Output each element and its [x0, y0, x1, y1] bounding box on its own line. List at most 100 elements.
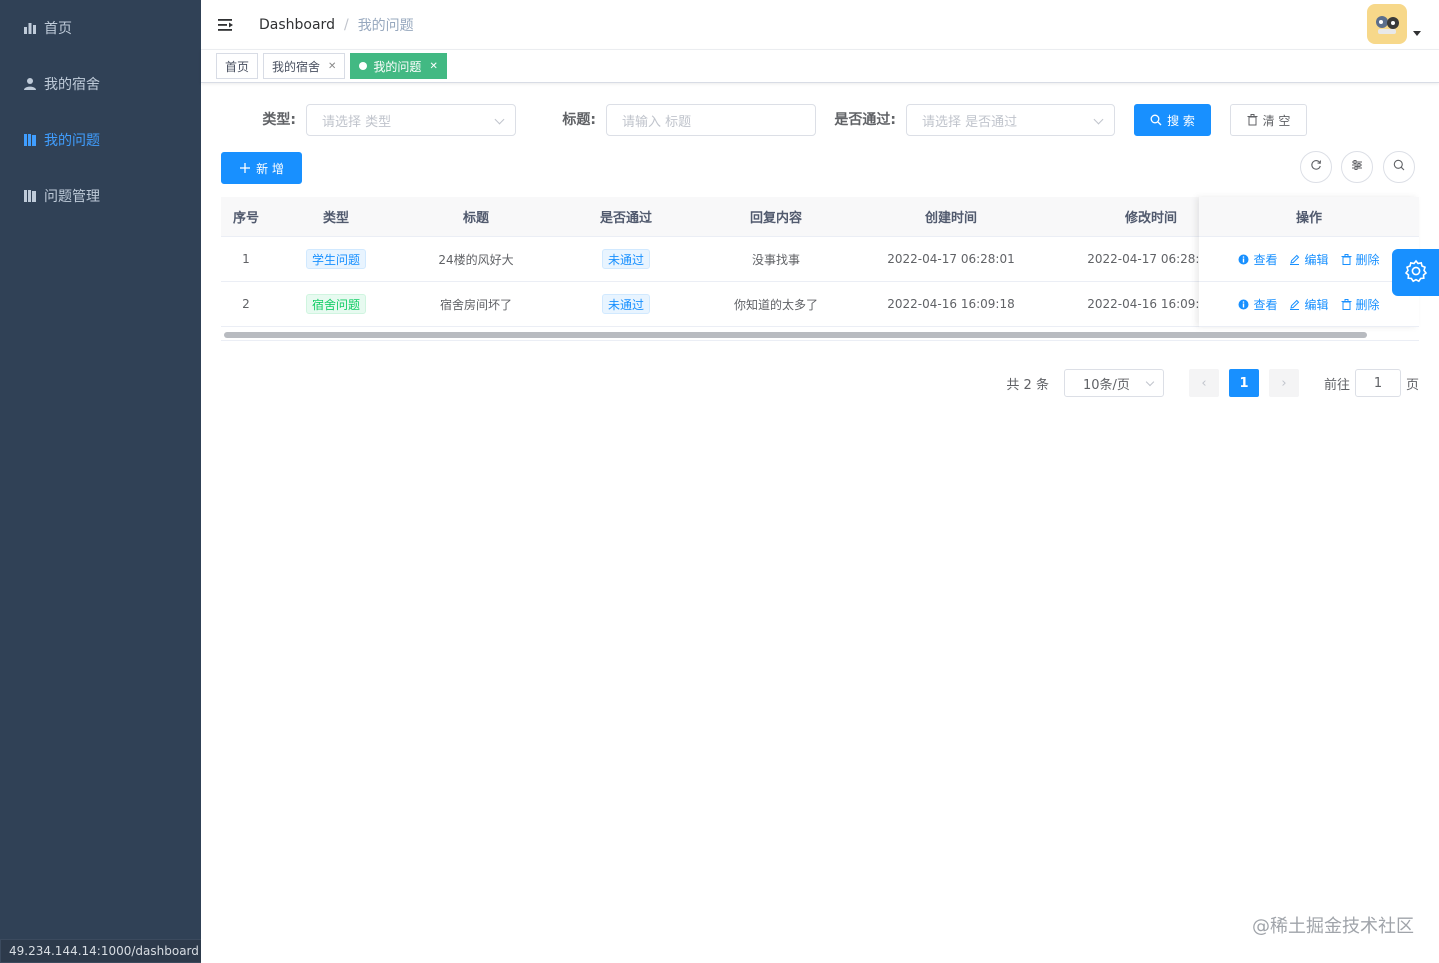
delete-label: 删除 — [1355, 252, 1380, 267]
edit-label: 编辑 — [1304, 297, 1329, 312]
pagination-total: 共 2 条 — [1006, 377, 1049, 393]
breadcrumb: Dashboard / 我的问题 — [259, 15, 414, 35]
avatar[interactable] — [1367, 4, 1407, 44]
trash-icon — [1341, 253, 1352, 265]
chart-icon — [22, 20, 38, 36]
page-number-button[interactable]: 1 — [1228, 369, 1259, 397]
add-button[interactable]: 新 增 — [221, 152, 302, 184]
sidebar-item-my-issues[interactable]: 我的问题 — [0, 112, 201, 168]
close-icon[interactable]: ✕ — [429, 61, 437, 72]
search-form: 类型: 请选择 类型 标题: 请输入 标题 是否通过: 请选择 是否通过 搜 索… — [201, 104, 1439, 136]
active-dot-icon — [359, 62, 368, 70]
passed-select[interactable]: 请选择 是否通过 — [906, 104, 1115, 136]
page-size-select[interactable]: 10条/页 — [1063, 369, 1164, 397]
sidebar-item-my-dorm[interactable]: 我的宿舍 — [0, 56, 201, 112]
goto-page-input[interactable]: 1 — [1354, 369, 1401, 397]
column-header: 类型 — [322, 211, 349, 226]
status-badge: 未通过 — [601, 249, 650, 269]
edit-button[interactable]: 编辑 — [1289, 296, 1329, 313]
scrollbar-thumb[interactable] — [224, 332, 1367, 338]
fixed-actions-column: 操作 查看 编辑 删除 查看 编辑 删除 — [1199, 197, 1419, 327]
passed-label: 是否通过: — [834, 112, 896, 128]
delete-button[interactable]: 删除 — [1341, 296, 1380, 313]
settings-button[interactable] — [1392, 249, 1439, 296]
clear-button-label: 清 空 — [1262, 113, 1291, 128]
tag-label: 首页 — [225, 59, 250, 74]
edit-icon — [1289, 254, 1300, 265]
column-header: 操作 — [1295, 211, 1322, 226]
hamburger-icon[interactable] — [201, 0, 251, 50]
page-size-value: 10条/页 — [1082, 377, 1130, 393]
table-horizontal-scrollbar[interactable] — [221, 330, 1419, 340]
table-header: 操作 — [1199, 197, 1419, 237]
cell-created: 2022-04-17 06:28:01 — [887, 252, 1015, 266]
title-input[interactable]: 请输入 标题 — [606, 104, 816, 136]
tag-my-dorm[interactable]: 我的宿舍 ✕ — [263, 53, 346, 79]
sidebar-item-issue-management[interactable]: 问题管理 — [0, 168, 201, 224]
type-badge: 学生问题 — [305, 249, 366, 269]
trash-icon — [1247, 114, 1258, 126]
goto-prefix: 前往 — [1323, 377, 1350, 393]
chevron-left-icon: ‹ — [1201, 375, 1207, 391]
title-input-placeholder: 请输入 标题 — [622, 114, 692, 130]
cell-index: 1 — [242, 252, 250, 266]
search-button-label: 搜 索 — [1167, 113, 1195, 128]
close-icon[interactable]: ✕ — [328, 61, 336, 72]
chevron-down-icon — [1093, 114, 1104, 125]
tag-home[interactable]: 首页 — [216, 53, 259, 79]
divider — [221, 340, 1419, 341]
edit-icon — [1289, 299, 1300, 310]
info-icon — [1238, 254, 1249, 265]
info-icon — [1238, 299, 1249, 310]
delete-button[interactable]: 删除 — [1341, 251, 1380, 268]
search-icon — [1150, 114, 1162, 126]
user-icon — [22, 76, 38, 92]
column-header: 是否通过 — [599, 211, 652, 226]
cell-title: 24楼的风好大 — [438, 252, 514, 267]
chevron-down-icon — [494, 114, 505, 125]
refresh-button[interactable] — [1300, 151, 1332, 183]
view-label: 查看 — [1253, 252, 1278, 267]
column-header: 标题 — [462, 211, 489, 226]
cell-type: 学生问题 — [271, 237, 401, 281]
sidebar-item-home[interactable]: 首页 — [0, 0, 201, 56]
column-header: 创建时间 — [924, 211, 977, 226]
type-select[interactable]: 请选择 类型 — [306, 104, 516, 136]
cell-title: 宿舍房间坏了 — [439, 297, 512, 312]
column-settings-button[interactable] — [1341, 151, 1373, 183]
prev-page-button[interactable]: ‹ — [1188, 369, 1219, 397]
type-select-placeholder: 请选择 类型 — [322, 114, 392, 130]
breadcrumb-current: 我的问题 — [357, 17, 414, 34]
cell-reply: 你知道的太多了 — [733, 297, 818, 312]
refresh-icon — [1310, 159, 1322, 175]
view-button[interactable]: 查看 — [1238, 296, 1277, 313]
sidebar-item-label: 我的问题 — [44, 133, 100, 149]
view-button[interactable]: 查看 — [1238, 251, 1277, 268]
title-label: 标题: — [562, 112, 596, 128]
delete-label: 删除 — [1355, 297, 1380, 312]
type-label: 类型: — [262, 112, 296, 128]
breadcrumb-separator: / — [343, 16, 349, 33]
plus-icon — [239, 162, 251, 174]
watermark: @稀土掘金技术社区 — [1252, 916, 1414, 937]
edit-button[interactable]: 编辑 — [1289, 251, 1329, 268]
tag-my-issues[interactable]: 我的问题 ✕ — [350, 53, 447, 79]
column-header: 回复内容 — [749, 211, 802, 226]
navbar: Dashboard / 我的问题 — [201, 0, 1439, 50]
toggle-search-button[interactable] — [1383, 151, 1415, 183]
next-page-button[interactable]: › — [1268, 369, 1299, 397]
user-menu[interactable] — [1367, 4, 1421, 44]
caret-down-icon[interactable] — [1413, 31, 1421, 36]
goto-suffix: 页 — [1405, 377, 1419, 393]
sidebar-item-label: 问题管理 — [44, 189, 100, 205]
pagination: 共 2 条 10条/页 ‹ 1 › 前往 1 页 — [1006, 368, 1419, 398]
page-jumper: 前往 1 页 — [1324, 369, 1419, 397]
search-button[interactable]: 搜 索 — [1134, 104, 1211, 136]
clear-button[interactable]: 清 空 — [1230, 104, 1307, 136]
cell-index: 2 — [242, 297, 250, 311]
status-badge: 未通过 — [601, 294, 650, 314]
sidebar-item-label: 我的宿舍 — [44, 77, 100, 93]
breadcrumb-dashboard[interactable]: Dashboard — [259, 17, 335, 33]
gear-icon — [1404, 259, 1428, 287]
main-content: Dashboard / 我的问题 首页 我的宿舍 ✕ 我的问题 ✕ 类型: 请选… — [201, 0, 1439, 963]
